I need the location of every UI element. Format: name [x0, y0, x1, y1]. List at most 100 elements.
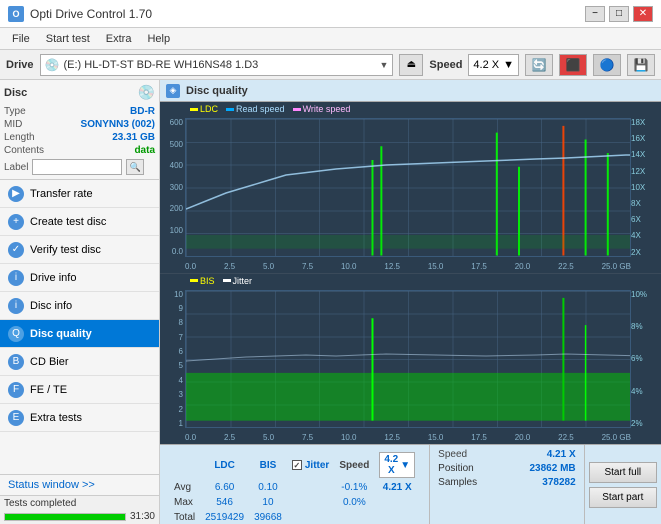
disc-header: Disc 💿 — [4, 84, 155, 101]
disc-length-row: Length 23.31 GB — [4, 131, 155, 144]
window-controls: − □ ✕ — [585, 6, 653, 22]
y-label-200: 200 — [170, 204, 185, 213]
start-full-button[interactable]: Start full — [589, 462, 657, 483]
chart-area: LDC Read speed Write speed 600 500 40 — [160, 102, 661, 444]
legend-read-speed: Read speed — [226, 104, 285, 114]
y-right-6x: 6X — [631, 215, 643, 224]
legend-ldc-box — [190, 108, 198, 111]
col-speed-header: Speed — [335, 451, 373, 479]
total-label: Total — [170, 511, 199, 524]
total-bis: 39668 — [250, 511, 286, 524]
verify-test-disc-icon: ✓ — [8, 242, 24, 258]
col-label-header — [170, 451, 199, 479]
disc-mid-value: SONYNN3 (002) — [81, 119, 155, 130]
legend-ldc-label: LDC — [200, 104, 218, 114]
y-right-2x: 2X — [631, 248, 643, 257]
disc-type-value: BD-R — [130, 106, 155, 117]
jitter-checkbox-label: Jitter — [305, 460, 329, 471]
legend-jitter: Jitter — [223, 276, 253, 286]
sidebar-item-label: Extra tests — [30, 412, 82, 424]
legend-bis-box — [190, 279, 198, 282]
menu-extra[interactable]: Extra — [98, 31, 140, 47]
progress-bar-fill — [5, 514, 125, 520]
y-right-10x: 10X — [631, 183, 647, 192]
max-ldc: 546 — [201, 496, 248, 509]
eject-button[interactable]: ⏏ — [399, 54, 423, 76]
y-label-100: 100 — [170, 226, 185, 235]
sidebar-item-label: Disc info — [30, 300, 72, 312]
status-text: Tests completed — [4, 498, 155, 509]
refresh-button[interactable]: 🔄 — [525, 54, 553, 76]
y-label-500: 500 — [170, 140, 185, 149]
info-button[interactable]: 🔵 — [593, 54, 621, 76]
disc-quality-header: ◈ Disc quality — [160, 80, 661, 102]
save-button[interactable]: 💾 — [627, 54, 655, 76]
jitter-checkbox[interactable]: ✓ — [292, 460, 302, 470]
status-window-button[interactable]: Status window >> — [0, 474, 159, 495]
menu-file[interactable]: File — [4, 31, 38, 47]
sidebar-item-create-test-disc[interactable]: + Create test disc — [0, 208, 159, 236]
speed-label: Speed — [429, 59, 462, 71]
menu-help[interactable]: Help — [139, 31, 178, 47]
disc-mid-label: MID — [4, 119, 22, 130]
disc-label-input[interactable] — [32, 159, 122, 175]
y-right-4x: 4X — [631, 231, 643, 240]
legend-write-speed: Write speed — [293, 104, 351, 114]
speed-value: 4.2 X — [473, 59, 499, 71]
chart1-y-axis-left: 600 500 400 300 200 100 0.0 — [160, 118, 185, 257]
sidebar-item-drive-info[interactable]: i Drive info — [0, 264, 159, 292]
sidebar-item-label: Disc quality — [30, 328, 92, 340]
chart2-y-axis-left: 10 9 8 7 6 5 4 3 2 1 — [160, 290, 185, 429]
settings-button[interactable]: ⬛ — [559, 54, 587, 76]
avg-bis: 0.10 — [250, 481, 286, 494]
drive-selector[interactable]: 💿 (E:) HL-DT-ST BD-RE WH16NS48 1.D3 ▼ — [40, 54, 394, 76]
disc-info-icon: i — [8, 298, 24, 314]
app-icon: O — [8, 6, 24, 22]
y-right-14x: 14X — [631, 150, 647, 159]
chart2-legend: BIS Jitter — [190, 276, 252, 286]
disc-image-icon: 💿 — [138, 84, 155, 101]
avg-label: Avg — [170, 481, 199, 494]
close-button[interactable]: ✕ — [633, 6, 653, 22]
maximize-button[interactable]: □ — [609, 6, 629, 22]
position-value: 23862 MB — [530, 463, 576, 474]
transfer-rate-icon: ▶ — [8, 186, 24, 202]
sidebar-item-label: CD Bier — [30, 356, 69, 368]
stats-table: LDC BIS ✓ Jitter Speed — [168, 449, 421, 524]
stats-right-panel: Speed 4.21 X Position 23862 MB Samples 3… — [429, 445, 583, 524]
max-spacer — [288, 496, 333, 509]
sidebar-item-disc-quality[interactable]: Q Disc quality — [0, 320, 159, 348]
menu-start-test[interactable]: Start test — [38, 31, 98, 47]
speed-display-arrow: ▼ — [400, 460, 410, 471]
disc-length-value: 23.31 GB — [112, 132, 155, 143]
y-right-12x: 12X — [631, 167, 647, 176]
sidebar-item-disc-info[interactable]: i Disc info — [0, 292, 159, 320]
chart1-grid — [185, 118, 631, 257]
y-label-300: 300 — [170, 183, 185, 192]
samples-label: Samples — [438, 477, 477, 488]
chart-bis-jitter: BIS Jitter 10 9 8 7 6 5 4 3 — [160, 274, 661, 445]
disc-contents-label: Contents — [4, 145, 44, 156]
drive-name-text: (E:) HL-DT-ST BD-RE WH16NS48 1.D3 — [63, 59, 375, 71]
y-label-400: 400 — [170, 161, 185, 170]
sidebar-item-label: Drive info — [30, 272, 76, 284]
chart1-y-axis-right: 18X 16X 14X 12X 10X 8X 6X 4X 2X — [631, 118, 661, 257]
samples-row: Samples 378282 — [438, 477, 575, 488]
sidebar-item-transfer-rate[interactable]: ▶ Transfer rate — [0, 180, 159, 208]
speed-display[interactable]: 4.2 X ▼ — [379, 452, 415, 478]
sidebar-item-fe-te[interactable]: F FE / TE — [0, 376, 159, 404]
start-part-button[interactable]: Start part — [589, 487, 657, 508]
disc-label-browse-button[interactable]: 🔍 — [126, 159, 144, 175]
sidebar-item-extra-tests[interactable]: E Extra tests — [0, 404, 159, 432]
disc-label-label: Label — [4, 162, 28, 173]
minimize-button[interactable]: − — [585, 6, 605, 22]
max-label: Max — [170, 496, 199, 509]
main-layout: Disc 💿 Type BD-R MID SONYNN3 (002) Lengt… — [0, 80, 661, 524]
sidebar-item-verify-test-disc[interactable]: ✓ Verify test disc — [0, 236, 159, 264]
speed-selector[interactable]: 4.2 X ▼ — [468, 54, 519, 76]
sidebar: Disc 💿 Type BD-R MID SONYNN3 (002) Lengt… — [0, 80, 160, 524]
sidebar-item-cd-bier[interactable]: B CD Bier — [0, 348, 159, 376]
col-ldc-header: LDC — [201, 451, 248, 479]
chart-ldc-read-write: LDC Read speed Write speed 600 500 40 — [160, 102, 661, 274]
y-label-600: 600 — [170, 118, 185, 127]
